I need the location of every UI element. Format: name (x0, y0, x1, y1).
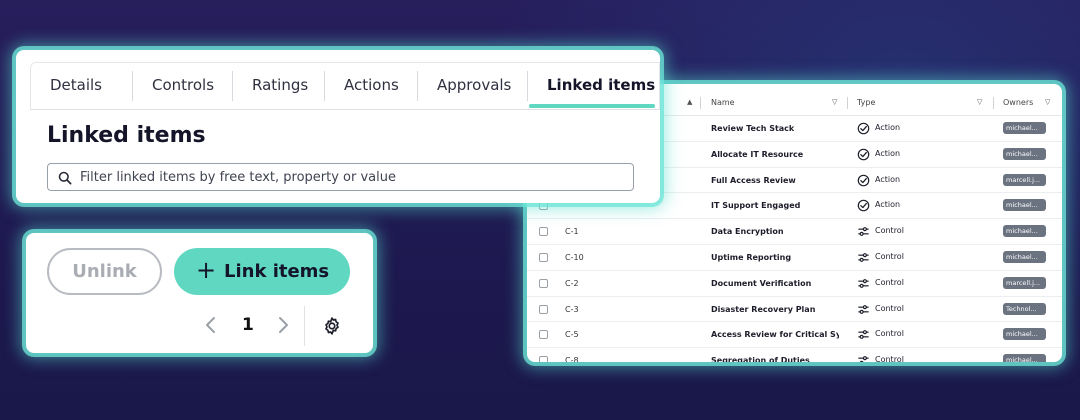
owner-chip[interactable]: Technol... (1003, 302, 1046, 315)
column-divider (700, 97, 701, 109)
link-actions-panel: Unlink + Link items 1 (26, 233, 373, 353)
filter-owners-icon[interactable]: ▽ (1045, 98, 1050, 106)
row-checkbox[interactable] (539, 252, 548, 262)
row-type-label: Action (875, 148, 901, 158)
row-id: C-2 (565, 278, 579, 288)
column-divider (993, 97, 994, 109)
row-type-label: Control (875, 251, 904, 261)
column-header-type[interactable]: Type (857, 98, 875, 107)
row-type-label: Control (875, 226, 904, 236)
check-circle-icon (857, 174, 870, 186)
row-id: C-1 (565, 227, 579, 237)
row-checkbox[interactable] (539, 227, 548, 237)
check-circle-icon (857, 122, 870, 135)
row-name[interactable]: Full Access Review (711, 176, 839, 185)
table-row[interactable]: C-10 Uptime Reporting Control michael... (527, 245, 1062, 271)
row-checkbox[interactable] (539, 356, 548, 362)
column-divider (847, 97, 848, 109)
row-name[interactable]: IT Support Engaged (711, 201, 839, 210)
section-title: Linked items (47, 123, 206, 148)
link-items-label: Link items (224, 261, 330, 282)
pager-divider (304, 306, 305, 346)
check-circle-icon (857, 148, 870, 161)
row-type-label: Control (875, 303, 904, 313)
sliders-icon (858, 356, 869, 362)
owner-chip[interactable]: marcell.j... (1003, 276, 1046, 289)
tab-bar: Details Controls Ratings Actions Approva… (30, 62, 660, 110)
tab-approvals[interactable]: Approvals (437, 76, 511, 94)
page-number: 1 (242, 315, 254, 335)
unlink-button[interactable]: Unlink (47, 248, 162, 295)
owner-chip[interactable]: marcell.j... (1003, 173, 1046, 186)
tab-details[interactable]: Details (50, 76, 102, 94)
filter-input[interactable] (80, 168, 620, 187)
tab-divider (232, 71, 233, 101)
row-name[interactable]: Data Encryption (711, 227, 839, 236)
row-type-label: Action (875, 123, 901, 132)
active-tab-indicator (529, 104, 655, 108)
tab-divider (132, 71, 133, 101)
row-name[interactable]: Access Review for Critical Syst... (711, 330, 839, 339)
row-name[interactable]: Document Verification (711, 279, 839, 288)
sliders-icon (858, 253, 869, 262)
sort-asc-icon[interactable]: ▲ (687, 98, 692, 106)
sliders-icon (858, 330, 869, 340)
tab-linked-items[interactable]: Linked items (547, 76, 655, 94)
table-row[interactable]: C-5 Access Review for Critical Syst... Con… (527, 322, 1062, 349)
row-id: C-3 (565, 304, 579, 314)
row-type-label: Control (875, 355, 904, 362)
row-name[interactable]: Segregation of Duties (711, 356, 839, 362)
tab-divider (417, 71, 418, 101)
tab-actions[interactable]: Actions (344, 76, 399, 94)
row-checkbox[interactable] (539, 304, 548, 314)
row-id: C-5 (565, 330, 579, 340)
sliders-icon (858, 304, 869, 314)
owner-chip[interactable]: michael... (1003, 225, 1046, 238)
row-name[interactable]: Allocate IT Resource (711, 150, 839, 159)
row-type-label: Action (875, 200, 901, 210)
owner-chip[interactable]: michael... (1003, 250, 1046, 263)
row-checkbox[interactable] (539, 330, 548, 340)
owner-chip[interactable]: michael... (1003, 199, 1046, 212)
filter-field[interactable] (47, 163, 634, 191)
sliders-icon (858, 278, 869, 288)
table-row[interactable]: C-8 Segregation of Duties Control michael..… (527, 348, 1062, 362)
row-name[interactable]: Disaster Recovery Plan (711, 305, 839, 314)
row-type-label: Control (875, 277, 904, 287)
gear-icon[interactable] (322, 316, 342, 336)
column-header-owners[interactable]: Owners (1003, 98, 1033, 107)
tab-ratings[interactable]: Ratings (252, 76, 308, 94)
table-row[interactable]: C-3 Disaster Recovery Plan Control Technol.… (527, 297, 1062, 323)
search-icon (58, 171, 72, 185)
row-name[interactable]: Review Tech Stack (711, 124, 839, 133)
filter-name-icon[interactable]: ▽ (832, 98, 837, 106)
row-checkbox[interactable] (539, 278, 548, 288)
tab-divider (324, 71, 325, 101)
link-items-button[interactable]: + Link items (174, 248, 350, 295)
table-row[interactable]: C-2 Document Verification Control marcell.j… (527, 271, 1062, 297)
check-circle-icon (857, 200, 870, 212)
owner-chip[interactable]: michael... (1003, 147, 1046, 160)
owner-chip[interactable]: michael... (1003, 122, 1046, 134)
owner-chip[interactable]: michael... (1003, 354, 1046, 362)
column-header-name[interactable]: Name (711, 98, 735, 107)
table-row[interactable]: C-1 Data Encryption Control michael... (527, 219, 1062, 245)
row-type-label: Action (875, 174, 901, 184)
row-type-label: Control (875, 329, 904, 339)
row-name[interactable]: Uptime Reporting (711, 253, 839, 262)
detail-panel: Details Controls Ratings Actions Approva… (16, 50, 660, 203)
plus-icon: + (196, 256, 217, 284)
owner-chip[interactable]: michael... (1003, 328, 1046, 341)
tab-controls[interactable]: Controls (152, 76, 214, 94)
row-id: C-8 (565, 356, 579, 362)
sliders-icon (858, 227, 869, 237)
tab-divider (527, 71, 528, 101)
chevron-right-icon[interactable] (276, 315, 290, 335)
filter-type-icon[interactable]: ▽ (977, 98, 982, 106)
chevron-left-icon[interactable] (204, 315, 218, 335)
row-id: C-10 (565, 252, 584, 262)
